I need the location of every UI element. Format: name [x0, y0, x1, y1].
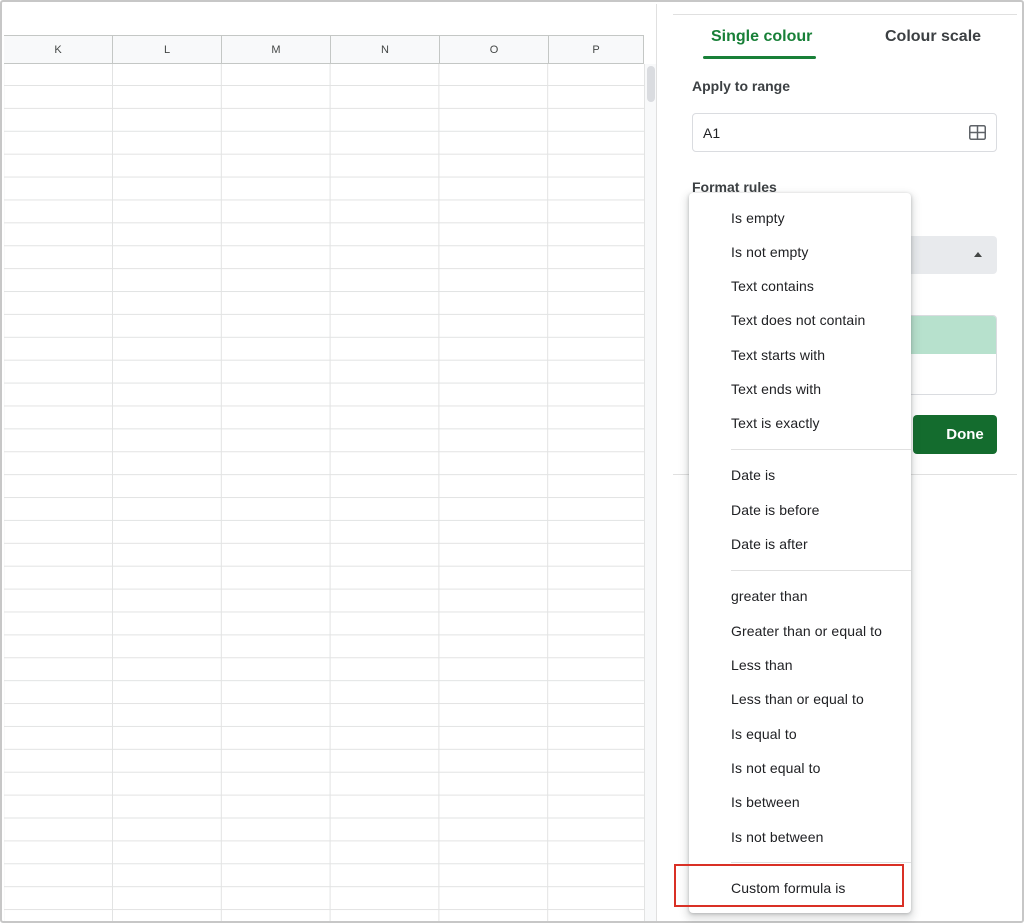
menu-item-is-not-empty[interactable]: Is not empty — [689, 235, 911, 269]
column-header-k[interactable]: K — [4, 36, 113, 63]
column-header-row: K L M N O P — [4, 35, 644, 64]
menu-item-date-is-after[interactable]: Date is after — [689, 527, 911, 561]
range-value: A1 — [703, 124, 721, 141]
select-range-grid-icon[interactable] — [969, 125, 986, 140]
menu-item-is-equal-to[interactable]: Is equal to — [689, 717, 911, 751]
spreadsheet-grid[interactable]: K L M N O P — [4, 4, 656, 921]
menu-item-text-does-not-contain[interactable]: Text does not contain — [689, 303, 911, 337]
menu-item-date-is-before[interactable]: Date is before — [689, 493, 911, 527]
menu-separator — [731, 570, 911, 571]
menu-item-greater-than[interactable]: greater than — [689, 579, 911, 613]
menu-item-less-than-or-equal[interactable]: Less than or equal to — [689, 682, 911, 716]
menu-separator — [731, 449, 911, 450]
menu-item-is-empty[interactable]: Is empty — [689, 201, 911, 235]
menu-item-is-not-equal-to[interactable]: Is not equal to — [689, 751, 911, 785]
apply-to-range-label: Apply to range — [692, 78, 791, 94]
menu-item-text-ends-with[interactable]: Text ends with — [689, 372, 911, 406]
tab-single-colour[interactable]: Single colour — [711, 28, 812, 46]
cell-grid[interactable] — [4, 64, 644, 921]
menu-item-is-between[interactable]: Is between — [689, 785, 911, 819]
active-tab-indicator — [703, 56, 816, 59]
menu-item-text-is-exactly[interactable]: Text is exactly — [689, 406, 911, 440]
tab-colour-scale[interactable]: Colour scale — [885, 28, 981, 46]
column-header-m[interactable]: M — [222, 36, 331, 63]
column-header-o[interactable]: O — [440, 36, 549, 63]
menu-item-less-than[interactable]: Less than — [689, 648, 911, 682]
menu-item-date-is[interactable]: Date is — [689, 458, 911, 492]
range-input[interactable]: A1 — [692, 113, 997, 152]
done-button[interactable]: Done — [913, 415, 997, 454]
condition-dropdown-menu: Is empty Is not empty Text contains Text… — [689, 193, 911, 913]
menu-item-text-contains[interactable]: Text contains — [689, 269, 911, 303]
formatting-style-preview[interactable] — [907, 315, 997, 395]
vertical-scrollbar[interactable] — [644, 64, 656, 921]
column-header-p[interactable]: P — [549, 36, 644, 63]
caret-up-icon — [974, 252, 982, 257]
condition-select[interactable] — [907, 236, 997, 274]
menu-item-text-starts-with[interactable]: Text starts with — [689, 338, 911, 372]
preview-fill — [908, 316, 996, 354]
scrollbar-thumb[interactable] — [647, 66, 655, 102]
menu-item-is-not-between[interactable]: Is not between — [689, 820, 911, 854]
menu-item-greater-than-or-equal[interactable]: Greater than or equal to — [689, 614, 911, 648]
toolbar-strip — [4, 4, 656, 35]
column-header-l[interactable]: L — [113, 36, 222, 63]
menu-separator — [731, 862, 911, 863]
column-header-n[interactable]: N — [331, 36, 440, 63]
highlight-annotation-box — [674, 864, 904, 907]
panel-top-divider — [673, 14, 1017, 15]
